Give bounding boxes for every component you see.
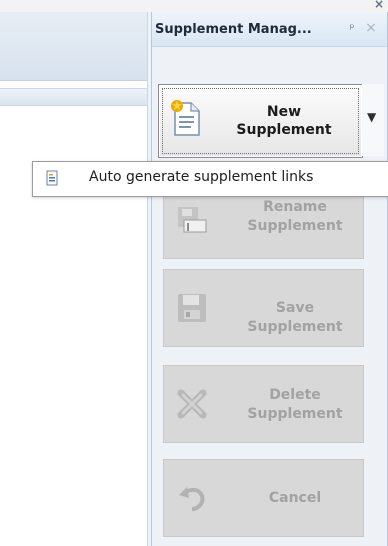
cancel-label: Cancel xyxy=(268,490,322,506)
pin-icon[interactable]: ᵖ xyxy=(346,21,358,35)
window-close-icon[interactable]: × xyxy=(374,0,386,10)
menu-item-auto-generate-supplement-links[interactable]: Auto generate supplement links xyxy=(34,163,385,193)
save-supplement-label: Save Supplement xyxy=(247,300,343,335)
left-subheader-bar xyxy=(0,88,147,106)
document-links-icon xyxy=(44,170,60,186)
document-star-icon xyxy=(171,99,203,139)
new-supplement-label: New Supplement xyxy=(236,104,332,138)
new-supplement-dropdown-menu: Auto generate supplement links xyxy=(32,161,388,197)
panel-close-icon[interactable]: × xyxy=(364,21,378,35)
rename-supplement-label: Rename Supplement xyxy=(247,199,343,234)
title-strip: × xyxy=(0,0,388,12)
new-supplement-dropdown-arrow[interactable]: ▼ xyxy=(362,84,384,156)
floppy-disk-icon xyxy=(176,292,208,324)
delete-supplement-button[interactable]: Delete Supplement xyxy=(163,365,364,443)
left-header-bar xyxy=(0,12,147,81)
rename-icon xyxy=(176,204,208,236)
new-supplement-button[interactable]: New Supplement xyxy=(158,84,363,158)
save-supplement-button[interactable]: Save Supplement xyxy=(163,269,364,347)
delete-x-icon xyxy=(176,388,208,420)
chevron-down-icon: ▼ xyxy=(367,110,377,124)
undo-icon xyxy=(176,482,208,514)
panel-title: Supplement Manag... xyxy=(155,22,312,37)
app-root: × Supplement Manag... ᵖ × New Supplement… xyxy=(0,0,388,546)
left-document-area xyxy=(0,12,147,546)
menu-item-label: Auto generate supplement links xyxy=(89,169,314,185)
cancel-button[interactable]: Cancel xyxy=(163,459,364,537)
panel-header: Supplement Manag... ᵖ × xyxy=(152,12,387,47)
delete-supplement-label: Delete Supplement xyxy=(247,387,343,422)
